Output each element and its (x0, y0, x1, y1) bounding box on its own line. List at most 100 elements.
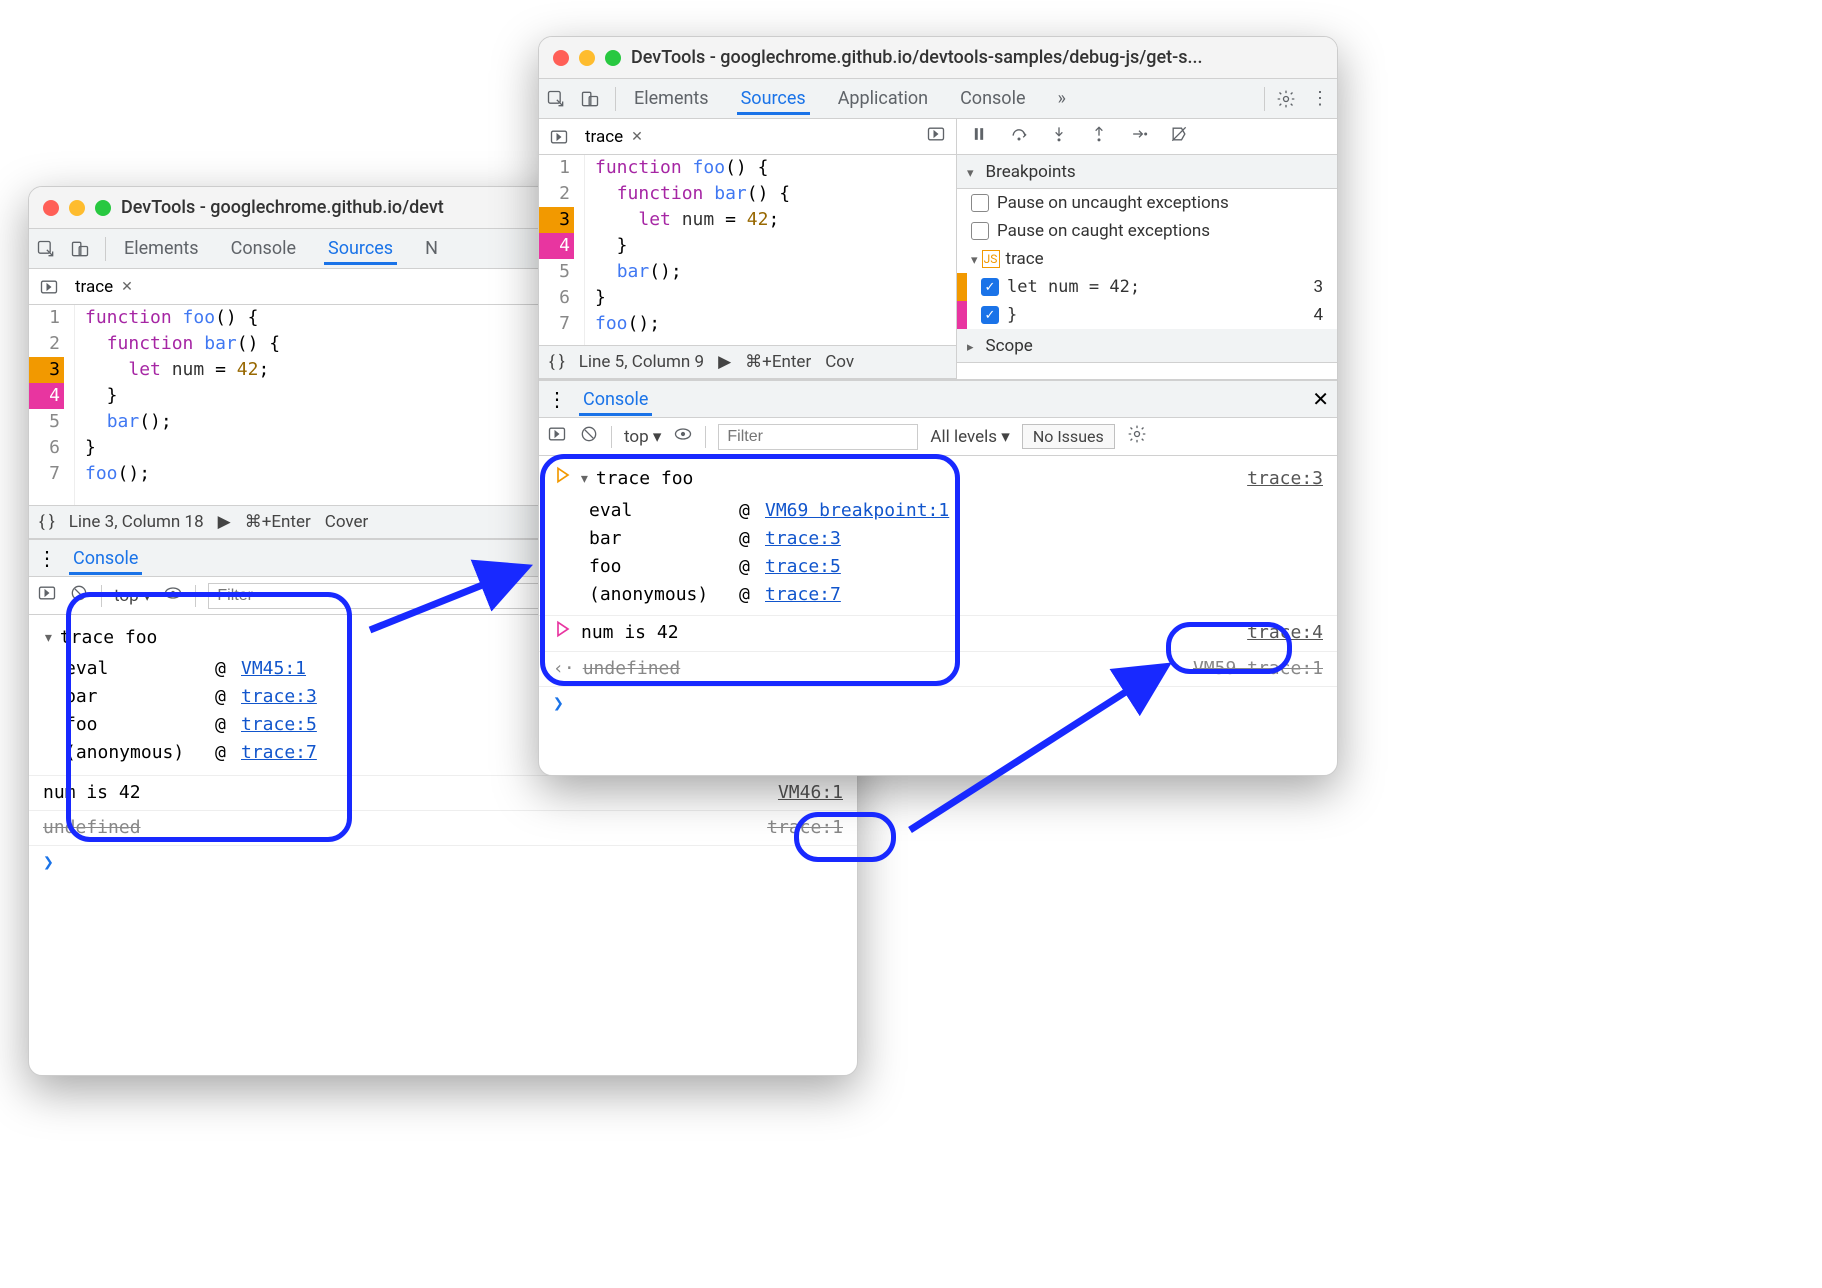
stack-link[interactable]: trace:3 (765, 525, 841, 553)
bp-checkbox[interactable] (981, 278, 999, 296)
undefined-output: undefined (43, 814, 141, 842)
num-output: num is 42 (43, 779, 141, 807)
source-link[interactable]: VM59 trace:1 (1193, 655, 1323, 683)
console-prompt[interactable]: ❯ (539, 686, 1337, 721)
close-tab-icon[interactable]: ✕ (631, 129, 643, 145)
source-link[interactable]: VM46:1 (778, 779, 843, 807)
tab-console[interactable]: Console (956, 82, 1029, 115)
kebab-icon[interactable]: ⋮ (1303, 82, 1337, 116)
undefined-row: ‹· undefined VM59 trace:1 (539, 651, 1337, 686)
sources-toolbar: trace ✕ (539, 119, 956, 155)
bp-checkbox[interactable] (981, 306, 999, 324)
settings-icon[interactable] (1269, 82, 1303, 116)
stack-link[interactable]: trace:7 (765, 581, 841, 609)
file-tab-trace[interactable]: trace ✕ (69, 277, 139, 297)
clear-console-icon[interactable] (579, 424, 599, 449)
coverage-label: Cover (325, 512, 369, 532)
levels-selector[interactable]: All levels ▾ (930, 427, 1009, 447)
stack-link[interactable]: trace:5 (241, 711, 317, 739)
tab-more[interactable]: N (421, 232, 442, 265)
select-element-icon[interactable] (29, 232, 63, 266)
tab-application[interactable]: Application (834, 82, 932, 115)
sidebar-toggle-icon[interactable] (547, 424, 567, 449)
live-expression-icon[interactable] (673, 424, 693, 449)
format-icon[interactable]: { } (39, 512, 55, 532)
context-selector[interactable]: top ▾ (624, 427, 661, 447)
tab-elements[interactable]: Elements (120, 232, 203, 265)
trace-icon (553, 465, 573, 494)
select-element-icon[interactable] (539, 82, 573, 116)
run-snippet-icon[interactable]: ▶ (218, 512, 231, 532)
line-gutter[interactable]: 1234567 (539, 155, 585, 345)
trace-row[interactable]: ▾ trace foo trace:3 (539, 462, 1337, 497)
titlebar[interactable]: DevTools - googlechrome.github.io/devtoo… (539, 37, 1337, 79)
console-settings-icon[interactable] (1127, 424, 1147, 449)
step-into-icon[interactable] (1049, 124, 1069, 149)
stack-link[interactable]: VM45:1 (241, 655, 306, 683)
tab-sources[interactable]: Sources (324, 232, 397, 265)
issues-button[interactable]: No Issues (1022, 424, 1115, 449)
bp-item-row[interactable]: let num = 42;3 (957, 273, 1337, 301)
device-toolbar-icon[interactable] (63, 232, 97, 266)
scope-header[interactable]: Scope (957, 329, 1337, 363)
editor-status: { } Line 5, Column 9 ▶ ⌘+Enter Cov (539, 345, 956, 379)
bp-file-row[interactable]: JStrace (957, 245, 1337, 273)
stack-link[interactable]: trace:5 (765, 553, 841, 581)
close-icon[interactable] (553, 50, 569, 66)
context-selector[interactable]: top ▾ (114, 586, 151, 606)
more-tabs-icon[interactable]: » (1054, 82, 1070, 115)
pause-caught-row[interactable]: Pause on caught exceptions (957, 217, 1337, 245)
source-link[interactable]: trace:1 (767, 814, 843, 842)
breakpoints-header[interactable]: Breakpoints (957, 155, 1337, 189)
minimize-icon[interactable] (69, 200, 85, 216)
zoom-icon[interactable] (605, 50, 621, 66)
navigator-toggle-icon[interactable] (29, 277, 69, 297)
tab-sources[interactable]: Sources (737, 82, 810, 115)
stack-link[interactable]: trace:7 (241, 739, 317, 767)
checkbox[interactable] (971, 222, 989, 240)
console-prompt[interactable]: ❯ (29, 845, 857, 880)
stack-link[interactable]: trace:3 (241, 683, 317, 711)
code-editor[interactable]: 1234567 function foo() { function bar() … (539, 155, 956, 345)
more-files-icon[interactable] (926, 124, 946, 149)
main-toolbar: Elements Sources Application Console » ⋮ (539, 79, 1337, 119)
zoom-icon[interactable] (95, 200, 111, 216)
code-content: function foo() { function bar() { let nu… (585, 155, 790, 345)
tab-elements[interactable]: Elements (630, 82, 713, 115)
run-snippet-icon[interactable]: ▶ (718, 352, 731, 372)
console-filter-input[interactable] (718, 424, 918, 450)
kebab-icon[interactable]: ⋮ (37, 546, 57, 570)
source-link[interactable]: trace:3 (1247, 465, 1323, 494)
close-tab-icon[interactable]: ✕ (121, 279, 133, 295)
step-icon[interactable] (1129, 124, 1149, 149)
navigator-toggle-icon[interactable] (539, 127, 579, 147)
live-expression-icon[interactable] (163, 583, 183, 608)
source-link[interactable]: trace:4 (1247, 619, 1323, 648)
line-gutter[interactable]: 1 2 3 4 5 6 7 (29, 305, 75, 505)
close-icon[interactable] (43, 200, 59, 216)
console-tab[interactable]: Console (579, 383, 652, 416)
clear-console-icon[interactable] (69, 583, 89, 608)
file-tab-trace[interactable]: trace ✕ (579, 127, 649, 147)
sidebar-toggle-icon[interactable] (37, 583, 57, 608)
trace-label: trace foo (60, 624, 158, 652)
panel-tabs: Elements Sources Application Console » (624, 82, 1260, 115)
device-toolbar-icon[interactable] (573, 82, 607, 116)
step-out-icon[interactable] (1089, 124, 1109, 149)
checkbox[interactable] (971, 194, 989, 212)
pause-uncaught-row[interactable]: Pause on uncaught exceptions (957, 189, 1337, 217)
num-row: num is 42 trace:4 (539, 615, 1337, 651)
bp-item-row[interactable]: }4 (957, 301, 1337, 329)
stack-link[interactable]: VM69 breakpoint:1 (765, 497, 949, 525)
minimize-icon[interactable] (579, 50, 595, 66)
separator (105, 237, 106, 261)
step-over-icon[interactable] (1009, 124, 1029, 149)
deactivate-bp-icon[interactable] (1169, 124, 1189, 149)
pause-icon[interactable] (969, 124, 989, 149)
tab-console[interactable]: Console (227, 232, 300, 265)
close-drawer-icon[interactable]: ✕ (1312, 387, 1329, 411)
console-tab[interactable]: Console (69, 542, 142, 575)
format-icon[interactable]: { } (549, 352, 565, 372)
kebab-icon[interactable]: ⋮ (547, 387, 567, 411)
file-tab-label: trace (75, 277, 113, 297)
